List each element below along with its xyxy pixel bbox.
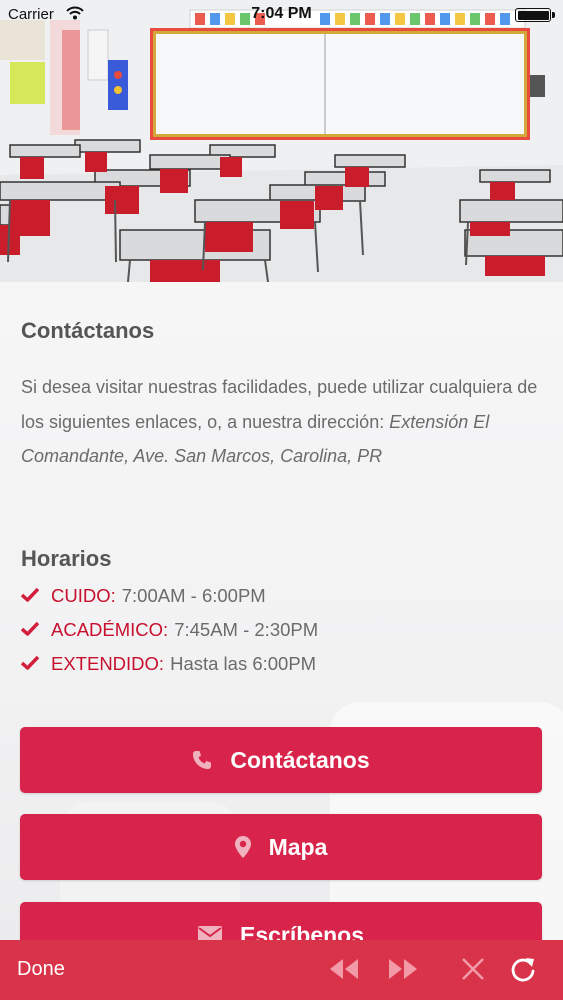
map-button[interactable]: Mapa: [20, 814, 542, 880]
done-button[interactable]: Done: [17, 958, 65, 981]
browser-toolbar: Done: [0, 940, 563, 1000]
classroom-photo: [0, 0, 563, 282]
write-button-label: Escríbenos: [240, 921, 364, 941]
back-icon[interactable]: [327, 956, 361, 982]
reload-icon[interactable]: [509, 956, 537, 984]
hours-item: CUIDO: 7:00AM - 6:00PM: [20, 579, 318, 613]
hours-label: EXTENDIDO:: [51, 653, 165, 674]
phone-icon: [192, 750, 212, 770]
hours-label: CUIDO:: [51, 585, 116, 606]
contact-button-label: Contáctanos: [230, 746, 370, 773]
checkmark-icon: [20, 653, 51, 675]
clock: 7:04 PM: [251, 5, 312, 22]
hours-value: Hasta las 6:00PM: [170, 653, 317, 674]
contact-content: Contáctanos Si desea visitar nuestras fa…: [0, 282, 563, 940]
checkmark-icon: [20, 619, 51, 641]
hero-image: [0, 0, 563, 282]
hours-value: 7:45AM - 2:30PM: [174, 619, 319, 640]
contact-title: Contáctanos: [21, 318, 155, 343]
checkmark-icon: [20, 585, 51, 607]
map-button-label: Mapa: [268, 833, 328, 860]
map-pin-icon: [234, 836, 251, 858]
hours-label: ACADÉMICO:: [51, 619, 169, 640]
status-bar: Carrier 7:04 PM: [0, 0, 563, 30]
contact-button[interactable]: Contáctanos: [20, 727, 542, 793]
battery-icon: [515, 8, 555, 22]
envelope-icon: [198, 926, 222, 940]
hours-item: EXTENDIDO: Hasta las 6:00PM: [20, 647, 318, 681]
write-button[interactable]: Escríbenos: [20, 902, 542, 940]
close-icon[interactable]: [460, 956, 486, 982]
hours-item: ACADÉMICO: 7:45AM - 2:30PM: [20, 613, 319, 647]
intro-paragraph: Si desea visitar nuestras facilidades, p…: [21, 370, 541, 474]
hours-title: Horarios: [21, 546, 112, 571]
forward-icon[interactable]: [386, 956, 420, 982]
hours-value: 7:00AM - 6:00PM: [121, 585, 266, 606]
hours-list: CUIDO: 7:00AM - 6:00PM ACADÉMICO: 7:45AM…: [20, 579, 319, 681]
